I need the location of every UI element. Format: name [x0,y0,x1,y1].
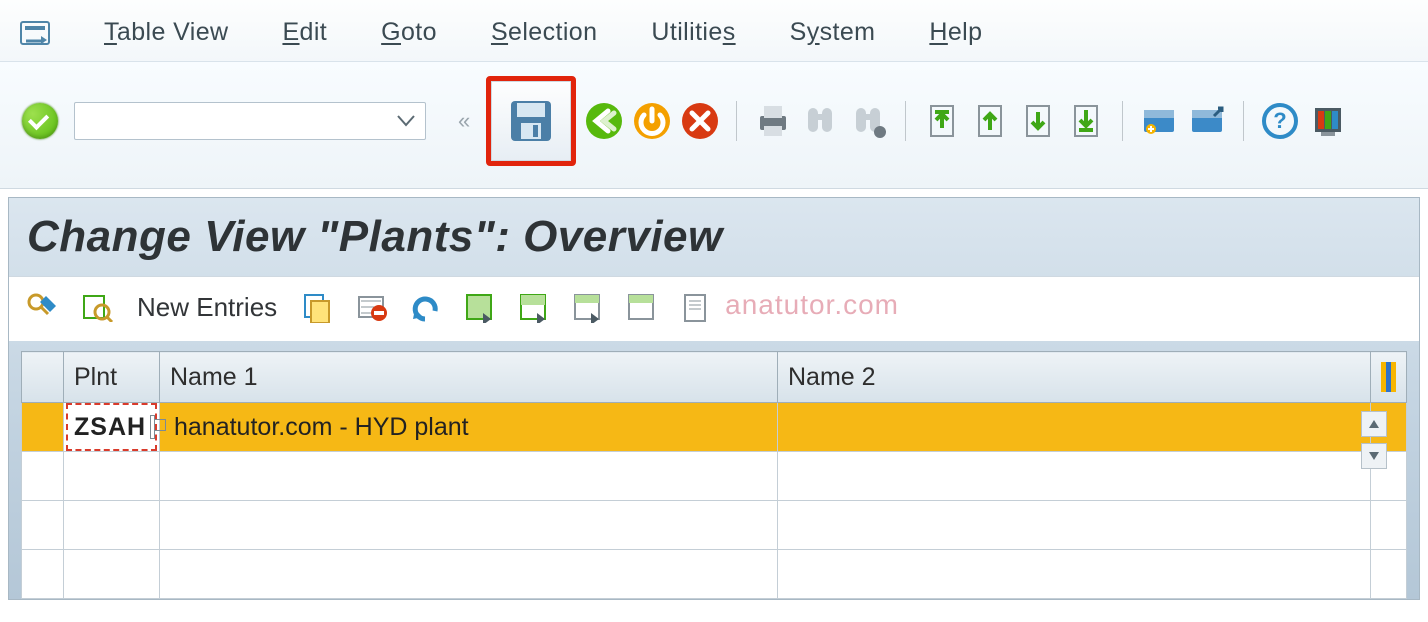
view-title: Change View "Plants": Overview [9,198,1419,276]
cell-name1[interactable]: hanatutor.com - HYD plant [160,403,778,452]
print-button2[interactable] [675,287,715,327]
history-icon: « [458,108,464,134]
display-change-button[interactable] [23,287,63,327]
application-toolbar: New Entries anatutor.com [9,276,1419,341]
table-container: Plnt Name 1 Name 2 ZSAH hanatutor.com - [21,351,1407,599]
row-selector[interactable] [22,452,64,501]
config-button[interactable] [621,287,661,327]
select-all-button[interactable] [459,287,499,327]
cell-name2[interactable] [778,403,1371,452]
table-row[interactable]: ZSAH hanatutor.com - HYD plant [22,403,1407,452]
table-row[interactable] [22,501,1407,550]
system-toolbar: « [0,62,1428,189]
select-block-button[interactable] [513,287,553,327]
delete-button[interactable] [351,287,391,327]
watermark-text: anatutor.com [725,289,899,321]
prev-page-button[interactable] [970,101,1010,141]
row-selector[interactable] [22,501,64,550]
cancel-button[interactable] [680,101,720,141]
new-entries-button[interactable]: New Entries [137,292,277,323]
copy-button[interactable] [297,287,337,327]
new-session-button[interactable] [1139,101,1179,141]
menu-table-view[interactable]: Table View [104,18,228,47]
menu-bar: Table View Edit Goto Selection Utilities… [0,0,1428,62]
toolbar-separator [736,101,737,141]
toolbar-separator [1122,101,1123,141]
table-row[interactable] [22,452,1407,501]
find-button[interactable] [801,101,841,141]
menu-help[interactable]: Help [929,18,982,47]
svg-text:?: ? [1274,108,1287,133]
toolbar-separator [905,101,906,141]
first-page-button[interactable] [922,101,962,141]
menu-selection[interactable]: Selection [491,18,597,47]
app-menu-icon[interactable] [20,18,50,47]
view-frame: Change View "Plants": Overview New Entri… [8,197,1420,600]
command-field[interactable] [74,102,426,140]
undo-button[interactable] [405,287,445,327]
deselect-all-button[interactable] [567,287,607,327]
col-select[interactable] [22,352,64,403]
col-name2[interactable]: Name 2 [778,352,1371,403]
plants-table: Plnt Name 1 Name 2 ZSAH hanatutor.com - [21,351,1407,599]
menu-goto[interactable]: Goto [381,18,437,47]
exit-button[interactable] [632,101,672,141]
back-button[interactable] [584,101,624,141]
col-name1[interactable]: Name 1 [160,352,778,403]
name1-value: hanatutor.com - HYD plant [160,413,777,442]
find-next-button[interactable] [849,101,889,141]
shortcut-button[interactable] [1187,101,1227,141]
scroll-up-button[interactable] [1361,411,1387,437]
row-selector[interactable] [22,550,64,599]
toolbar-separator [1243,101,1244,141]
menu-edit[interactable]: Edit [282,18,327,47]
print-button[interactable] [753,101,793,141]
layout-button[interactable] [1308,101,1348,141]
last-page-button[interactable] [1066,101,1106,141]
next-page-button[interactable] [1018,101,1058,141]
save-button[interactable] [486,76,576,166]
scroll-down-button[interactable] [1361,443,1387,469]
help-button[interactable]: ? [1260,101,1300,141]
col-plnt[interactable]: Plnt [64,352,160,403]
table-row[interactable] [22,550,1407,599]
table-header-row: Plnt Name 1 Name 2 [22,352,1407,403]
enter-button[interactable] [22,103,58,139]
menu-system[interactable]: System [790,18,876,47]
row-selector[interactable] [22,403,64,452]
details-button[interactable] [77,287,117,327]
dropdown-icon[interactable] [397,115,415,127]
plnt-value: ZSAH [74,413,146,442]
menu-utilities[interactable]: Utilities [651,18,735,47]
col-configure[interactable] [1371,352,1407,403]
cell-plnt[interactable]: ZSAH [64,403,160,452]
value-help-icon[interactable] [150,415,155,439]
